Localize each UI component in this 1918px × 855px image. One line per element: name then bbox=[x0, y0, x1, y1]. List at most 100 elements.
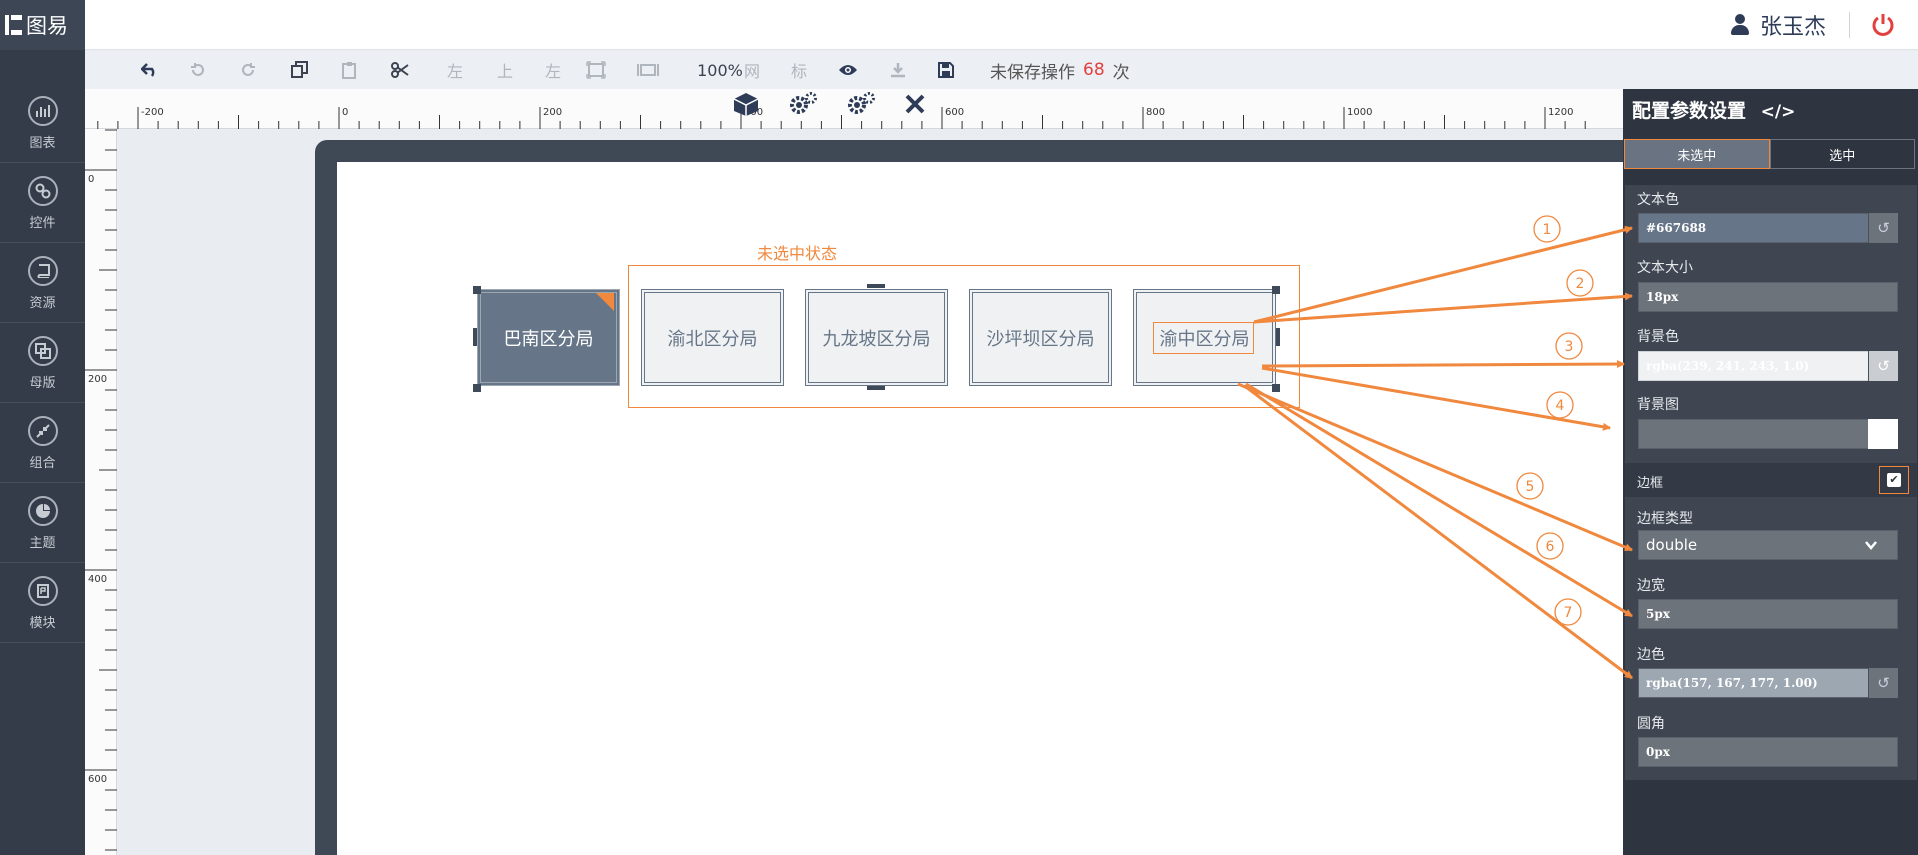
bg-image-label: 背景图 bbox=[1637, 397, 1679, 413]
sidebar-item-theme[interactable]: 主题 bbox=[0, 485, 85, 563]
bg-color-field[interactable]: rgba(239, 241, 243, 1.0) bbox=[1638, 351, 1898, 381]
paste-icon[interactable] bbox=[335, 51, 365, 89]
reset-icon[interactable]: ↺ bbox=[1868, 213, 1898, 243]
ruler-label: 600 bbox=[88, 774, 107, 785]
radius-field[interactable]: 0px bbox=[1638, 737, 1898, 767]
grid-toggle-button[interactable]: 网 bbox=[740, 51, 764, 89]
resize-handle[interactable] bbox=[1272, 384, 1280, 392]
vertical-ruler-ticks: 0 200 400 600 bbox=[85, 129, 117, 851]
checkmark-icon: ✔ bbox=[1887, 473, 1901, 487]
app-logo[interactable]: 图易 bbox=[0, 0, 85, 50]
panel-state-tabs: 未选中 选中 bbox=[1624, 139, 1915, 169]
advanced-settings-gears-icon[interactable] bbox=[846, 91, 876, 121]
user-menu[interactable]: 张玉杰 bbox=[1730, 10, 1826, 40]
border-label: 边框 bbox=[1637, 476, 1664, 491]
border-type-select[interactable]: double bbox=[1638, 530, 1898, 560]
panel-title-text: 配置参数设置 bbox=[1632, 100, 1747, 122]
tab-yubei[interactable]: 渝北区分局 bbox=[641, 289, 784, 386]
tab-shapingba[interactable]: 沙坪坝区分局 bbox=[969, 289, 1112, 386]
zoom-level[interactable]: 100% bbox=[695, 51, 745, 89]
logo-text: 图易 bbox=[26, 14, 68, 38]
sidebar-item-master[interactable]: 母版 bbox=[0, 325, 85, 403]
unsaved-operations-status: 未保存操作 68 次 bbox=[990, 51, 1130, 89]
ruler-label: 0 bbox=[88, 174, 94, 185]
user-name: 张玉杰 bbox=[1759, 15, 1826, 40]
resize-handle[interactable] bbox=[867, 284, 885, 288]
module-icon bbox=[27, 576, 58, 606]
resize-handle[interactable] bbox=[1276, 328, 1280, 346]
resize-handle[interactable] bbox=[473, 328, 477, 346]
border-type-label: 边框类型 bbox=[1637, 511, 1693, 527]
chevron-down-icon bbox=[1865, 541, 1877, 550]
panel-title: 配置参数设置 </> bbox=[1632, 96, 1795, 123]
bg-image-swatch[interactable] bbox=[1868, 419, 1898, 449]
border-checkbox[interactable]: ✔ bbox=[1879, 466, 1909, 494]
text-size-field[interactable]: 18px bbox=[1638, 282, 1898, 312]
bg-color-label: 背景色 bbox=[1637, 329, 1679, 345]
text-size-label: 文本大小 bbox=[1637, 260, 1693, 276]
resize-handle[interactable] bbox=[473, 384, 481, 392]
settings-gears-icon[interactable] bbox=[788, 91, 818, 121]
align-top-button[interactable]: 上 bbox=[493, 51, 517, 89]
align-left-2-button[interactable]: 左 bbox=[541, 51, 565, 89]
sidebar-item-resources[interactable]: 资源 bbox=[0, 245, 85, 323]
sidebar-item-group[interactable]: 组合 bbox=[0, 405, 85, 483]
sidebar-item-label: 控件 bbox=[29, 216, 56, 231]
ruler-label: 1000 bbox=[1347, 107, 1372, 118]
resize-handle[interactable] bbox=[1272, 286, 1280, 294]
copy-icon[interactable] bbox=[285, 51, 315, 89]
sidebar-item-label: 主题 bbox=[29, 536, 56, 551]
annotation-label: 未选中状态 bbox=[757, 244, 838, 263]
ruler-label: 0 bbox=[342, 107, 348, 118]
power-icon[interactable] bbox=[1870, 12, 1896, 38]
text-highlight-box bbox=[1153, 322, 1254, 354]
save-icon[interactable] bbox=[931, 51, 961, 89]
tab-unselected[interactable]: 未选中 bbox=[1624, 139, 1770, 169]
download-icon[interactable] bbox=[883, 51, 913, 89]
undo-history-icon[interactable] bbox=[135, 51, 165, 89]
mark-toggle-button[interactable]: 标 bbox=[787, 51, 811, 89]
sidebar-item-label: 模块 bbox=[29, 616, 56, 631]
redo-icon[interactable] bbox=[233, 51, 263, 89]
close-x-icon[interactable] bbox=[904, 93, 926, 119]
bg-image-field[interactable] bbox=[1638, 419, 1898, 449]
border-width-field[interactable]: 5px bbox=[1638, 599, 1898, 629]
logo-mark-icon bbox=[5, 15, 22, 35]
tab-label: 渝北区分局 bbox=[667, 328, 758, 350]
resize-handle[interactable] bbox=[867, 386, 885, 390]
user-icon bbox=[1730, 14, 1750, 36]
align-left-button[interactable]: 左 bbox=[443, 51, 467, 89]
reset-icon[interactable]: ↺ bbox=[1868, 351, 1898, 381]
sidebar-item-label: 母版 bbox=[29, 376, 56, 391]
code-icon[interactable]: </> bbox=[1761, 102, 1796, 122]
sidebar-item-controls[interactable]: 控件 bbox=[0, 165, 85, 243]
sidebar-item-label: 图表 bbox=[29, 136, 56, 151]
ruler-label: 400 bbox=[88, 574, 107, 585]
cube-icon[interactable] bbox=[732, 91, 760, 121]
tab-label: 沙坪坝区分局 bbox=[986, 328, 1095, 350]
tab-selected[interactable]: 选中 bbox=[1769, 139, 1915, 169]
border-width-label: 边宽 bbox=[1637, 578, 1665, 594]
border-color-field[interactable]: rgba(157, 167, 177, 1.00) bbox=[1638, 668, 1898, 698]
tab-jiulongpo[interactable]: 九龙坡区分局 bbox=[805, 289, 948, 386]
text-color-field[interactable]: #667688 bbox=[1638, 213, 1898, 243]
app-root: 图易 图表 控件 资源 母版 组合 主题 模块 张玉杰 左 上 左 100% 网… bbox=[0, 0, 1918, 855]
editor-toolbar: 左 上 左 100% 网 标 未保存操作 68 次 bbox=[85, 51, 1918, 89]
preview-eye-icon[interactable] bbox=[833, 51, 863, 89]
cut-icon[interactable] bbox=[385, 51, 415, 89]
top-header: 张玉杰 bbox=[85, 0, 1918, 50]
sidebar-item-charts[interactable]: 图表 bbox=[0, 85, 85, 163]
header-divider bbox=[1849, 12, 1850, 38]
fit-screen-icon[interactable] bbox=[581, 51, 611, 89]
fit-width-icon[interactable] bbox=[633, 51, 663, 89]
border-type-value: double bbox=[1646, 536, 1698, 554]
radius-label: 圆角 bbox=[1637, 716, 1665, 732]
sidebar-item-label: 资源 bbox=[29, 296, 56, 311]
sidebar-item-module[interactable]: 模块 bbox=[0, 565, 85, 643]
resize-handle[interactable] bbox=[473, 286, 481, 294]
unsaved-suffix: 次 bbox=[1112, 62, 1130, 83]
ruler-label: 200 bbox=[88, 374, 107, 385]
undo-icon[interactable] bbox=[183, 51, 213, 89]
reset-icon[interactable]: ↺ bbox=[1868, 668, 1898, 698]
tab-label: 巴南区分局 bbox=[503, 328, 594, 350]
